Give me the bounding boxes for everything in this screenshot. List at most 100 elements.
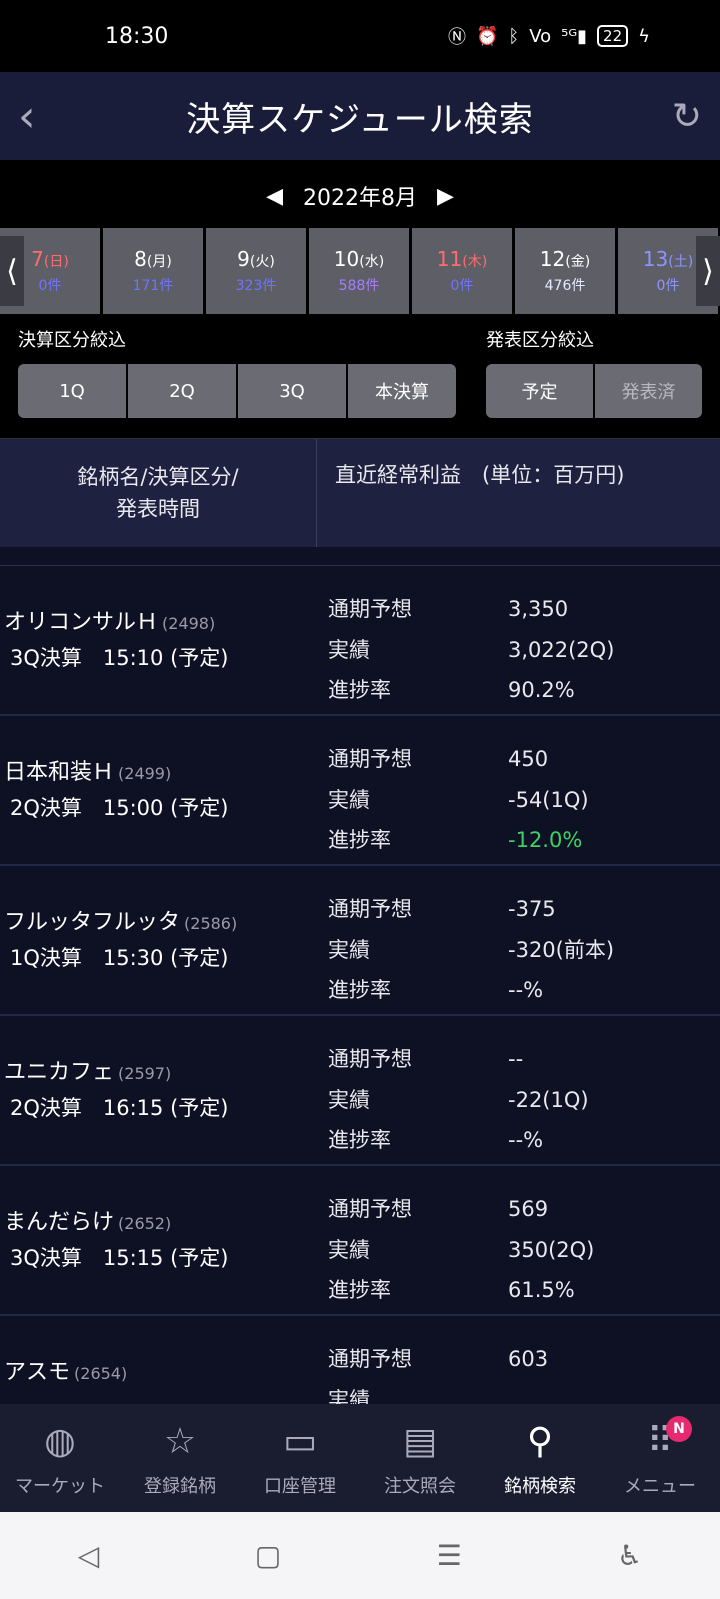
forecast-label: 通期予想	[328, 1347, 412, 1371]
prev-month-icon[interactable]: ◀	[266, 184, 283, 209]
day-count: 0件	[38, 278, 62, 294]
status-bar: 18:30 Ⓝ ⏰ ᛒ Vo ⁵ᴳ▮ 22 ϟ	[0, 0, 720, 72]
day-cell[interactable]: 12(金) 476件	[515, 228, 615, 314]
document-icon: ▤	[402, 1421, 437, 1462]
settlement-time: 1Q決算 15:30 (予定)	[10, 946, 229, 970]
profit-info: 通期予想 -375 実績 -320(前本) 進捗率 --%	[320, 866, 720, 1014]
day-date: 12	[539, 247, 566, 271]
search-icon: ⚲	[526, 1421, 554, 1462]
stock-code: (2499)	[118, 764, 172, 783]
forecast-value: 603	[508, 1347, 549, 1371]
day-weekday: (日)	[43, 254, 69, 270]
day-date: 11	[436, 247, 463, 271]
settlement-time: 3Q決算 15:10 (予定)	[10, 646, 229, 670]
day-weekday: (水)	[359, 254, 385, 270]
system-recents-icon[interactable]: ☰	[437, 1539, 462, 1572]
month-label: 2022年8月	[303, 186, 417, 211]
notification-badge: N	[666, 1416, 692, 1442]
stock-info: オリコンサルＨ (2498) 3Q決算 15:10 (予定)	[0, 566, 320, 714]
day-date: 9	[237, 247, 250, 271]
stock-info: まんだらけ (2652) 3Q決算 15:15 (予定)	[0, 1166, 320, 1314]
list-item[interactable]: フルッタフルッタ (2586) 1Q決算 15:30 (予定) 通期予想 -375 実績 -…	[0, 866, 720, 1016]
status-time: 18:30	[105, 23, 169, 49]
profit-info: 通期予想 569 実績 350(2Q) 進捗率 61.5%	[320, 1166, 720, 1314]
nav-label: マーケット	[15, 1476, 105, 1497]
nav-item[interactable]: ⠿ メニュー N	[600, 1404, 720, 1512]
nav-item[interactable]: ▭ 口座管理	[240, 1404, 360, 1512]
nav-label: 銘柄検索	[504, 1476, 576, 1497]
back-icon[interactable]: ‹	[18, 91, 58, 142]
filter-scheduled-button[interactable]: 予定	[486, 364, 593, 418]
table-header-name-line2: 発表時間	[116, 497, 200, 521]
nav-label: 注文照会	[384, 1476, 456, 1497]
settlement-time: 2Q決算 15:00 (予定)	[10, 796, 229, 820]
stock-code: (2654)	[74, 1364, 128, 1383]
list-item[interactable]: 日本和装Ｈ (2499) 2Q決算 15:00 (予定) 通期予想 450 実績 -54(1…	[0, 716, 720, 866]
actual-label: 実績	[328, 637, 370, 662]
system-home-icon[interactable]: ▢	[255, 1539, 281, 1572]
day-cell[interactable]: 8(月) 171件	[103, 228, 203, 314]
day-count: 476件	[544, 278, 586, 294]
stock-code: (2597)	[118, 1064, 172, 1083]
forecast-label: 通期予想	[328, 1047, 412, 1071]
day-prev-icon[interactable]: ⟨	[0, 236, 24, 306]
announce-filter-label: 発表区分絞込	[486, 330, 594, 351]
results-list: オリコンサルＨ (2498) 3Q決算 15:10 (予定) 通期予想 3,350 実績 3…	[0, 566, 720, 1466]
status-icons: Ⓝ ⏰ ᛒ Vo ⁵ᴳ▮ 22 ϟ	[448, 23, 650, 49]
progress-value: -12.0%	[508, 828, 583, 853]
volte-icon: Vo	[529, 25, 552, 47]
list-item[interactable]: オリコンサルＨ (2498) 3Q決算 15:10 (予定) 通期予想 3,350 実績 3…	[0, 566, 720, 716]
profit-info: 通期予想 450 実績 -54(1Q) 進捗率 -12.0%	[320, 716, 720, 864]
system-back-icon[interactable]: ◁	[78, 1539, 100, 1572]
nav-item[interactable]: ⚲ 銘柄検索	[480, 1404, 600, 1512]
stock-name: 日本和装Ｈ	[4, 760, 115, 785]
next-month-icon[interactable]: ▶	[437, 184, 454, 209]
day-cell[interactable]: 10(水) 588件	[309, 228, 409, 314]
settlement-filter: 決算区分絞込 1Q 2Q 3Q 本決算	[18, 326, 456, 438]
filter-3q-button[interactable]: 3Q	[238, 364, 346, 418]
accessibility-icon[interactable]: ♿	[617, 1539, 642, 1572]
table-header-name-line1: 銘柄名/決算区分/	[77, 465, 239, 489]
stock-name: アスモ	[4, 1360, 71, 1385]
stock-name: オリコンサルＨ	[4, 610, 159, 635]
day-strip: 7(日) 0件 8(月) 171件 9(火) 323件 10(水) 588件 11(木) 0件 12…	[0, 228, 720, 314]
day-weekday: (金)	[565, 254, 591, 270]
nav-item[interactable]: ◍ マーケット	[0, 1404, 120, 1512]
signal-5g-icon: ⁵ᴳ▮	[561, 25, 588, 47]
stock-code: (2498)	[162, 614, 216, 633]
forecast-label: 通期予想	[328, 1197, 412, 1221]
actual-value: 3,022(2Q)	[508, 637, 615, 662]
list-item[interactable]: まんだらけ (2652) 3Q決算 15:15 (予定) 通期予想 569 実績 350(2…	[0, 1166, 720, 1316]
globe-icon: ◍	[44, 1421, 76, 1462]
day-next-icon[interactable]: ⟩	[696, 236, 720, 306]
filter-2q-button[interactable]: 2Q	[128, 364, 236, 418]
divider	[0, 547, 720, 566]
progress-label: 進捗率	[328, 978, 391, 1003]
day-date: 8	[134, 247, 147, 271]
nav-item[interactable]: ☆ 登録銘柄	[120, 1404, 240, 1512]
refresh-icon[interactable]: ↻	[662, 96, 702, 137]
nfc-icon: Ⓝ	[447, 27, 466, 48]
filter-announced-button[interactable]: 発表済	[595, 364, 702, 418]
progress-label: 進捗率	[328, 1278, 391, 1303]
stock-name: ユニカフェ	[4, 1060, 115, 1085]
card-icon: ▭	[282, 1421, 317, 1462]
filter-1q-button[interactable]: 1Q	[18, 364, 126, 418]
list-item[interactable]: ユニカフェ (2597) 2Q決算 16:15 (予定) 通期予想 -- 実績 -22(1Q…	[0, 1016, 720, 1166]
day-cell[interactable]: 11(木) 0件	[412, 228, 512, 314]
system-navigation: ◁ ▢ ☰ ♿	[0, 1512, 720, 1599]
progress-value: 90.2%	[508, 678, 575, 703]
filter-annual-button[interactable]: 本決算	[348, 364, 456, 418]
profit-info: 通期予想 -- 実績 -22(1Q) 進捗率 --%	[320, 1016, 720, 1164]
day-cell[interactable]: 9(火) 323件	[206, 228, 306, 314]
bottom-navigation: ◍ マーケット ☆ 登録銘柄 ▭ 口座管理 ▤ 注文照会 ⚲ 銘柄検索 ⠿ メニュー N	[0, 1404, 720, 1512]
forecast-label: 通期予想	[328, 897, 412, 921]
nav-item[interactable]: ▤ 注文照会	[360, 1404, 480, 1512]
actual-value: 350(2Q)	[508, 1237, 595, 1262]
app-header: ‹ 決算スケジュール検索 ↻	[0, 72, 720, 160]
announce-filter: 発表区分絞込 予定 発表済	[486, 326, 702, 438]
star-icon: ☆	[163, 1421, 197, 1462]
progress-label: 進捗率	[328, 1128, 391, 1153]
forecast-value: --	[508, 1047, 524, 1071]
battery-level: 22	[597, 25, 629, 47]
